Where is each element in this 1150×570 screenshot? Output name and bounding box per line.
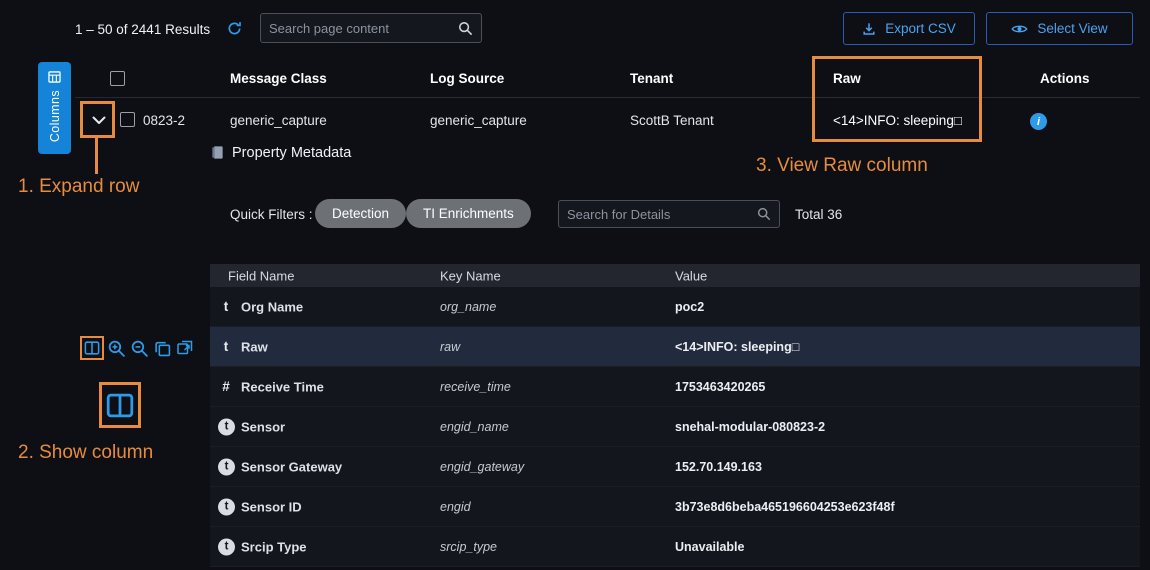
detail-header-field: Field Name <box>228 268 294 283</box>
refresh-icon <box>227 24 242 39</box>
annotation-connector-line <box>95 138 98 174</box>
filter-detection-button[interactable]: Detection <box>315 199 406 228</box>
field-name: Sensor ID <box>241 499 302 514</box>
row-checkbox[interactable] <box>120 112 135 127</box>
highlight-box-columns-icon <box>80 336 104 360</box>
columns-icon-small <box>84 341 100 355</box>
row-log-source: generic_capture <box>430 113 527 128</box>
field-value: snehal-modular-080823-2 <box>675 420 825 434</box>
quick-filters-label: Quick Filters : <box>230 207 313 222</box>
columns-grid-icon <box>48 71 61 83</box>
field-value: poc2 <box>675 300 704 314</box>
key-name: raw <box>440 340 460 354</box>
field-value: 3b73e8d6beba465196604253e623f48f <box>675 500 895 514</box>
export-csv-button[interactable]: Export CSV <box>843 12 975 45</box>
key-name: engid_gateway <box>440 460 524 474</box>
row-id: 0823-2 <box>143 113 185 128</box>
row-raw-value: <14>INFO: sleeping□ <box>833 113 962 128</box>
results-count: 1 – 50 of 2441 Results <box>75 22 210 37</box>
detail-row-sensor-id[interactable]: t Sensor ID engid 3b73e8d6beba4651966042… <box>210 487 1140 527</box>
row-tenant: ScottB Tenant <box>630 113 714 128</box>
col-header-message-class: Message Class <box>230 71 327 86</box>
copy-arrow-icon[interactable] <box>176 339 194 356</box>
detail-row-receive-time[interactable]: # Receive Time receive_time 175346342026… <box>210 367 1140 407</box>
field-type-icon: t <box>218 538 235 555</box>
detail-row-sensor[interactable]: t Sensor engid_name snehal-modular-08082… <box>210 407 1140 447</box>
header-divider <box>75 97 1140 98</box>
detail-row-sensor-gateway[interactable]: t Sensor Gateway engid_gateway 152.70.14… <box>210 447 1140 487</box>
field-name: Sensor <box>241 419 285 434</box>
field-type-icon: t <box>218 498 235 515</box>
field-name: Srcip Type <box>241 539 307 554</box>
detail-row-raw[interactable]: t Raw raw <14>INFO: sleeping□ <box>210 327 1140 367</box>
annotation-step1: 1. Expand row <box>18 176 139 198</box>
page-search-input[interactable] <box>269 21 458 36</box>
expand-row-button[interactable] <box>86 108 112 132</box>
key-name: engid <box>440 500 471 514</box>
highlight-box-raw-column <box>812 56 982 142</box>
total-count: Total 36 <box>795 207 842 222</box>
chevron-down-icon <box>92 116 106 125</box>
zoom-in-icon[interactable] <box>107 339 126 358</box>
field-name: Raw <box>241 339 268 354</box>
field-type-icon: t <box>218 418 235 435</box>
log-results-screen: 1 – 50 of 2441 Results Export CSV Select… <box>0 0 1150 570</box>
eye-icon <box>1011 23 1028 35</box>
field-type-icon: t <box>217 338 235 356</box>
info-icon[interactable]: i <box>1030 113 1047 130</box>
detail-header-key: Key Name <box>440 268 501 283</box>
field-type-icon: t <box>217 298 235 316</box>
export-csv-label: Export CSV <box>885 21 956 36</box>
detail-table-header: Field Name Key Name Value <box>210 264 1140 287</box>
field-name: Org Name <box>241 299 303 314</box>
field-value: 1753463420265 <box>675 380 765 394</box>
page-search-box <box>260 13 482 43</box>
row-message-class: generic_capture <box>230 113 327 128</box>
col-header-raw: Raw <box>833 71 861 86</box>
copy-icon[interactable] <box>154 340 171 357</box>
annotation-step3: 3. View Raw column <box>756 155 928 177</box>
header-checkbox[interactable] <box>110 71 125 86</box>
columns-panel-label: Columns <box>48 90 62 142</box>
highlight-box-columns-icon-large <box>99 382 141 428</box>
field-value: 152.70.149.163 <box>675 460 762 474</box>
col-header-actions: Actions <box>1040 71 1090 86</box>
select-view-button[interactable]: Select View <box>986 12 1133 45</box>
key-name: org_name <box>440 300 496 314</box>
key-name: engid_name <box>440 420 509 434</box>
filter-ti-enrichments-button[interactable]: TI Enrichments <box>406 199 531 228</box>
search-icon <box>757 207 771 221</box>
field-value: <14>INFO: sleeping□ <box>675 340 799 354</box>
refresh-button[interactable] <box>227 21 242 39</box>
columns-icon-large <box>106 393 134 418</box>
col-header-log-source: Log Source <box>430 71 504 86</box>
detail-header-value: Value <box>675 268 707 283</box>
detail-row-srcip-type[interactable]: t Srcip Type srcip_type Unavailable <box>210 527 1140 567</box>
key-name: srcip_type <box>440 540 497 554</box>
field-value: Unavailable <box>675 540 744 554</box>
property-metadata-title: Property Metadata <box>232 145 351 161</box>
columns-panel-button[interactable]: Columns <box>38 62 71 154</box>
col-header-tenant: Tenant <box>630 71 673 86</box>
zoom-out-icon[interactable] <box>130 339 149 358</box>
field-name: Sensor Gateway <box>241 459 342 474</box>
book-icon <box>210 145 225 160</box>
search-icon <box>458 21 473 36</box>
field-name: Receive Time <box>241 379 324 394</box>
details-search-box <box>558 200 780 228</box>
detail-row-org-name[interactable]: t Org Name org_name poc2 <box>210 287 1140 327</box>
field-type-icon: # <box>217 378 235 396</box>
select-view-label: Select View <box>1037 21 1107 36</box>
key-name: receive_time <box>440 380 511 394</box>
details-search-input[interactable] <box>567 207 757 222</box>
property-metadata-table: Field Name Key Name Value t Org Name org… <box>210 264 1140 567</box>
download-icon <box>862 22 876 36</box>
field-type-icon: t <box>218 458 235 475</box>
annotation-step2: 2. Show column <box>18 442 153 464</box>
